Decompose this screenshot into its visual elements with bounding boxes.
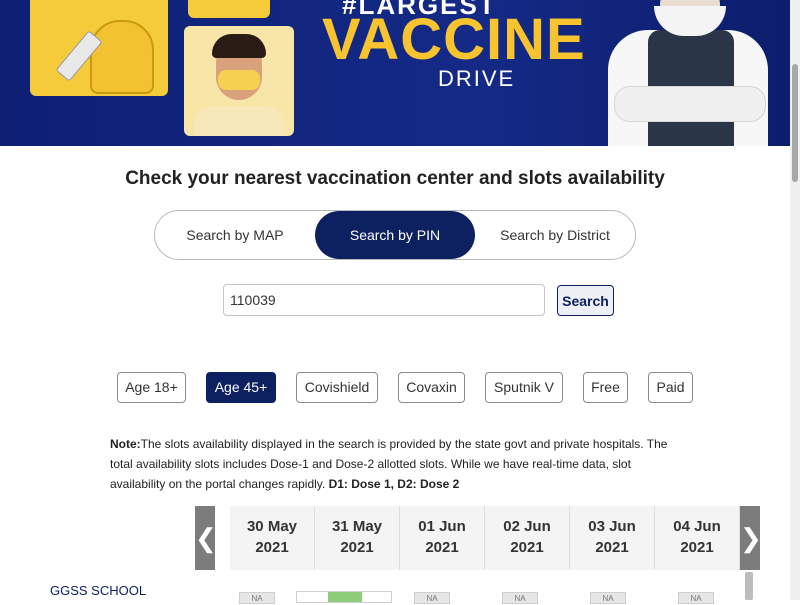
- hair-shape: [212, 34, 266, 58]
- date-day: 01 Jun: [418, 518, 466, 535]
- slot-na-badge: NA: [678, 592, 714, 604]
- center-name[interactable]: GGSS SCHOOL: [50, 583, 146, 598]
- date-day: 02 Jun: [503, 518, 551, 535]
- availability-note: Note:The slots availability displayed in…: [110, 434, 680, 494]
- filter-sputnik-v[interactable]: Sputnik V: [485, 372, 563, 403]
- previous-dates-button[interactable]: ❮: [195, 506, 217, 570]
- slot-na-badge: NA: [239, 592, 275, 604]
- hero-banner: #LARGEST VACCINE DRIVE: [0, 0, 790, 146]
- filter-covishield[interactable]: Covishield: [296, 372, 378, 403]
- date-cell: 01 Jun 2021: [400, 506, 485, 570]
- dose-legend: D1: Dose 1, D2: Dose 2: [328, 477, 460, 491]
- slots-scrollbar-thumb[interactable]: [745, 572, 753, 600]
- filter-age-45-plus[interactable]: Age 45+: [206, 372, 276, 403]
- glove-hand-image: [90, 20, 154, 94]
- date-year: 2021: [255, 539, 289, 556]
- date-cell: 04 Jun 2021: [655, 506, 740, 570]
- date-cell: 31 May 2021: [315, 506, 400, 570]
- filter-free[interactable]: Free: [583, 372, 628, 403]
- date-year: 2021: [680, 539, 714, 556]
- slot-na-badge: NA: [590, 592, 626, 604]
- pin-input[interactable]: [223, 284, 545, 316]
- vaccine-vial-photo: [30, 0, 168, 96]
- slot-na-badge: NA: [502, 592, 538, 604]
- date-day: 04 Jun: [673, 518, 721, 535]
- tab-search-by-pin[interactable]: Search by PIN: [315, 211, 475, 259]
- date-day: 03 Jun: [588, 518, 636, 535]
- date-year: 2021: [510, 539, 544, 556]
- date-year: 2021: [340, 539, 374, 556]
- filter-paid[interactable]: Paid: [648, 372, 693, 403]
- tab-search-by-district[interactable]: Search by District: [475, 211, 635, 259]
- date-cell: 02 Jun 2021: [485, 506, 570, 570]
- date-day: 30 May: [246, 518, 298, 535]
- folded-arms-shape: [614, 86, 766, 122]
- next-dates-button[interactable]: ❯: [740, 506, 762, 570]
- date-year: 2021: [595, 539, 629, 556]
- page-heading: Check your nearest vaccination center an…: [125, 168, 665, 189]
- shirt-shape: [194, 106, 284, 136]
- slot-available-badge[interactable]: [328, 592, 362, 602]
- search-mode-tabs: Search by MAP Search by PIN Search by Di…: [154, 210, 636, 260]
- page-scrollbar-thumb[interactable]: [792, 64, 798, 182]
- banner-subtitle: DRIVE: [438, 66, 516, 91]
- note-label: Note:: [110, 437, 141, 451]
- date-cell: 03 Jun 2021: [570, 506, 655, 570]
- banner-title: VACCINE: [322, 7, 586, 72]
- tab-search-by-map[interactable]: Search by MAP: [155, 211, 315, 259]
- filter-age-18-plus[interactable]: Age 18+: [117, 372, 186, 403]
- masked-woman-photo: [184, 26, 294, 136]
- date-year: 2021: [425, 539, 459, 556]
- slot-na-badge: NA: [414, 592, 450, 604]
- date-header-strip: 30 May 2021 31 May 2021 01 Jun 2021 02 J…: [230, 506, 740, 570]
- date-day: 31 May: [331, 518, 383, 535]
- health-worker-photo-top: [188, 0, 270, 18]
- search-button[interactable]: Search: [557, 285, 614, 316]
- leader-photo: [590, 0, 770, 146]
- face-mask-shape: [218, 70, 260, 90]
- date-cell: 30 May 2021: [230, 506, 315, 570]
- filter-covaxin[interactable]: Covaxin: [398, 372, 465, 403]
